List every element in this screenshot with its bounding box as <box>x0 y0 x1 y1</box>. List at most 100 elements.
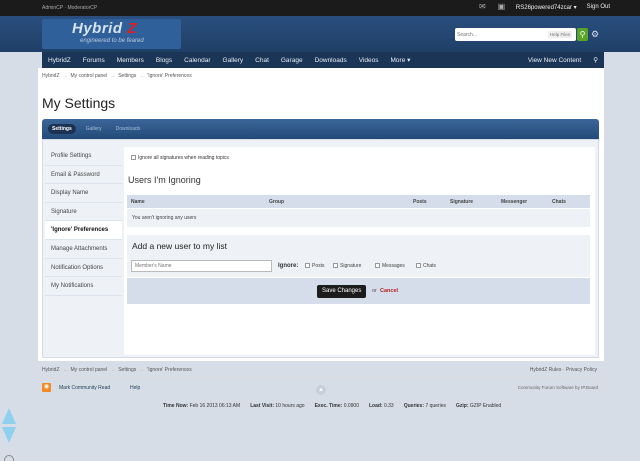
footer-rules-links[interactable]: HybridZ Rules · Privacy Policy <box>530 367 597 373</box>
breadcrumb-item[interactable]: 'Ignore' Preferences <box>147 73 191 79</box>
tab-downloads[interactable]: Downloads <box>112 124 145 134</box>
tab-gallery[interactable]: Gallery <box>82 124 106 134</box>
nav-chat[interactable]: Chat <box>249 57 275 64</box>
help-link[interactable]: Help <box>130 385 140 391</box>
ignore-label: Ignore: <box>278 263 299 269</box>
location-pin-icon[interactable]: ⚲ <box>587 56 604 64</box>
chevron-down-icon: ▾ <box>407 57 411 64</box>
column-header: Messenger <box>501 199 528 205</box>
stat-label: Time Now: <box>163 403 189 409</box>
view-new-content-link[interactable]: View New Content <box>522 57 587 64</box>
scroll-down-arrow-icon[interactable] <box>2 427 16 443</box>
envelope-icon[interactable]: ✉ <box>478 3 487 11</box>
save-changes-button[interactable]: Save Changes <box>317 285 367 298</box>
breadcrumb-item[interactable]: HybridZ <box>42 367 60 373</box>
site-logo[interactable]: Hybrid Z engineered to be feared <box>42 19 181 49</box>
ignore-signature-option[interactable]: Signature <box>333 263 361 269</box>
sidebar-item-ignore-preferences[interactable]: 'Ignore' Preferences <box>45 221 122 240</box>
breadcrumb: HybridZ → My control panel → Settings → 'Ig… <box>42 73 192 79</box>
sidebar-item-signature[interactable]: Signature <box>45 203 122 222</box>
table-row: You aren't ignoring any users <box>127 209 590 227</box>
page-stats: Time Now: Feb 16 2013 06:13 AM Last Visi… <box>163 403 501 409</box>
arrow-right-icon: → <box>62 367 68 373</box>
sidebar-item-profile-settings[interactable]: Profile Settings <box>45 147 122 166</box>
nav-garage[interactable]: Garage <box>275 57 309 64</box>
stat-label: Last Visit: <box>250 403 274 409</box>
mark-community-read-link[interactable]: Mark Community Read <box>59 385 110 391</box>
breadcrumb-item[interactable]: Settings <box>118 367 136 373</box>
ignore-messages-option[interactable]: Messages <box>375 263 405 269</box>
column-header: Chats <box>552 199 566 205</box>
nav-calendar[interactable]: Calendar <box>178 57 216 64</box>
ignore-signatures-option: Ignore all signatures when reading topic… <box>131 155 229 161</box>
logo-name: Hybrid <box>72 20 123 37</box>
rss-icon[interactable]: ◉ <box>42 383 51 392</box>
nav-forums[interactable]: Forums <box>77 57 111 64</box>
breadcrumb-item[interactable]: 'Ignore' Preferences <box>147 367 191 373</box>
ignore-messages-checkbox[interactable] <box>375 263 380 269</box>
nav-blogs[interactable]: Blogs <box>150 57 178 64</box>
column-header: Group <box>269 199 284 205</box>
nav-videos[interactable]: Videos <box>353 57 385 64</box>
arrow-right-icon: → <box>110 73 116 79</box>
footer-breadcrumb: HybridZ → My control panel → Settings → 'Ig… <box>42 367 192 373</box>
sidebar-item-my-notifications[interactable]: My Notifications <box>45 277 122 296</box>
ignoring-heading: Users I'm Ignoring <box>128 175 201 185</box>
sidebar-item-notification-options[interactable]: Notification Options <box>45 259 122 278</box>
settings-sidebar: Profile Settings Email & Password Displa… <box>45 147 122 296</box>
breadcrumb-item[interactable]: My control panel <box>71 367 108 373</box>
primary-nav: HybridZ Forums Members Blogs Calendar Ga… <box>42 52 604 68</box>
logo-tagline: engineered to be feared <box>80 38 144 44</box>
search-input[interactable] <box>457 29 537 40</box>
ignore-posts-checkbox[interactable] <box>305 263 310 269</box>
stat-value: Feb 16 2013 06:13 AM <box>189 403 241 409</box>
column-header: Posts <box>413 199 427 205</box>
empty-message: You aren't ignoring any users <box>132 215 197 221</box>
stat-label: Load: <box>368 403 383 409</box>
nav-downloads[interactable]: Downloads <box>309 57 353 64</box>
cancel-link[interactable]: Cancel <box>380 288 398 294</box>
nav-members[interactable]: Members <box>111 57 150 64</box>
sign-out-link[interactable]: Sign Out <box>587 4 610 10</box>
ignore-posts-option[interactable]: Posts <box>305 263 325 269</box>
ignore-signatures-label: Ignore all signatures when reading topic… <box>138 155 229 161</box>
breadcrumb-item[interactable]: HybridZ <box>42 73 60 79</box>
footer-divider <box>42 377 599 378</box>
breadcrumb-item[interactable]: Settings <box>118 73 136 79</box>
arrow-right-icon: → <box>62 73 68 79</box>
breadcrumb-item[interactable]: My control panel <box>71 73 108 79</box>
nav-gallery[interactable]: Gallery <box>217 57 250 64</box>
nav-hybridz[interactable]: HybridZ <box>42 57 77 64</box>
arrow-right-icon: → <box>139 367 145 373</box>
search-icon: ⚲ <box>579 30 586 39</box>
ignore-chats-option[interactable]: Chats <box>416 263 436 269</box>
ignore-signatures-checkbox[interactable] <box>131 155 136 161</box>
top-bar: AdminCP · ModeratorCP ✉ ▣ RS26powered74z… <box>0 0 640 16</box>
scroll-to-top-icon[interactable]: ▲ <box>316 385 326 395</box>
scroll-arrows <box>2 408 16 444</box>
sidebar-item-display-name[interactable]: Display Name <box>45 184 122 203</box>
sidebar-item-email-password[interactable]: Email & Password <box>45 166 122 185</box>
stat-value: GZIP Enabled <box>469 403 502 409</box>
powered-by-text[interactable]: Community Forum Software by IP.Board <box>518 385 598 390</box>
column-header: Name <box>131 199 145 205</box>
ignoring-table-header: Name Group Posts Signature Messenger Cha… <box>127 195 590 208</box>
add-user-form: Add a new user to my list Ignore: Posts … <box>127 235 590 277</box>
search-scope[interactable]: Help Files <box>547 31 572 38</box>
ignore-signature-checkbox[interactable] <box>333 263 338 269</box>
admin-links[interactable]: AdminCP · ModeratorCP <box>42 5 97 11</box>
nav-more[interactable]: More ▾ <box>385 56 417 64</box>
or-text: or <box>372 288 377 294</box>
search-button[interactable]: ⚲ <box>577 28 588 41</box>
tab-settings[interactable]: Settings <box>48 124 76 134</box>
gear-icon[interactable]: ⚙ <box>591 29 599 39</box>
scroll-up-arrow-icon[interactable] <box>2 408 16 424</box>
sidebar-item-manage-attachments[interactable]: Manage Attachments <box>45 240 122 259</box>
user-menu[interactable]: RS26powered74zcar ▾ <box>516 4 577 11</box>
page-title: My Settings <box>42 95 116 111</box>
arrow-right-icon: → <box>110 367 116 373</box>
form-actions: Save Changes or Cancel <box>127 278 590 304</box>
ignore-chats-checkbox[interactable] <box>416 263 421 269</box>
member-name-input[interactable] <box>131 260 272 272</box>
person-icon[interactable]: ▣ <box>497 3 506 11</box>
